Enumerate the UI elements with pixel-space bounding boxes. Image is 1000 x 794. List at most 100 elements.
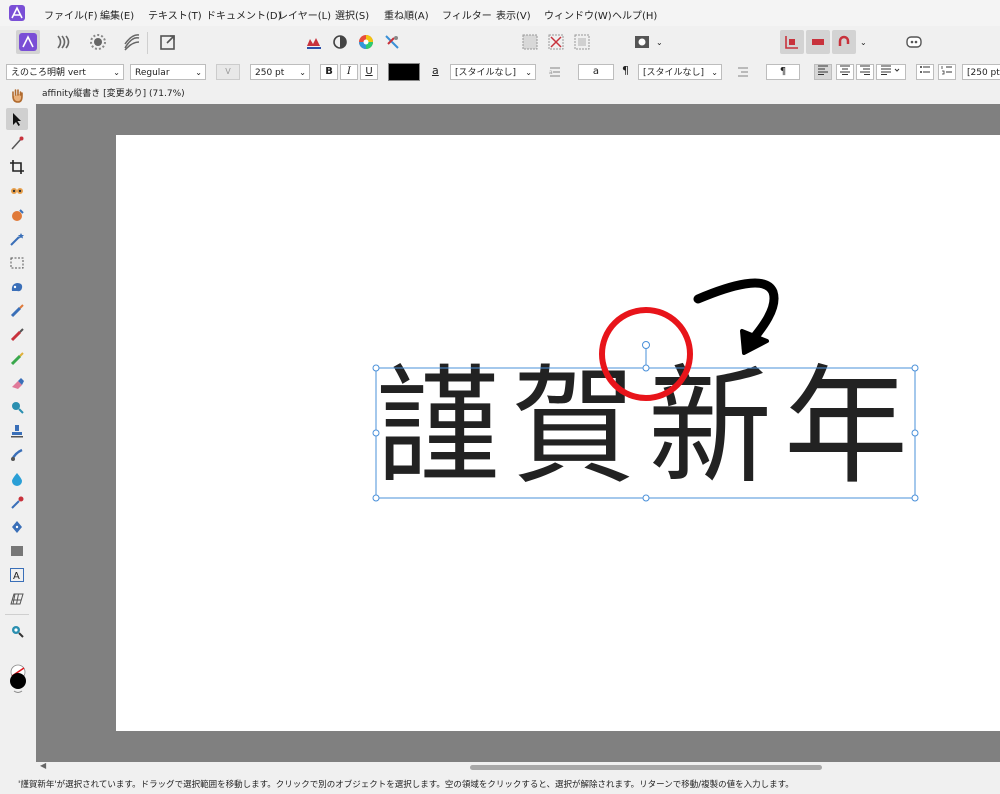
character-style-button[interactable]: a (578, 64, 614, 80)
snap-bounds-icon[interactable] (806, 30, 830, 54)
main-toolbar: ⌄ ⌄ (0, 26, 1000, 60)
magic-wand-icon[interactable] (6, 228, 28, 250)
menu-window[interactable]: ウィンドウ(W) (544, 7, 612, 22)
snapping-magnet-icon[interactable] (832, 30, 856, 54)
assistant-icon[interactable] (902, 30, 926, 54)
bullet-list-icon[interactable] (916, 64, 934, 80)
underline-button[interactable]: U (360, 64, 378, 80)
rectangle-tool-icon[interactable] (6, 540, 28, 562)
align-center-icon[interactable] (836, 64, 854, 80)
selection-handle-nw (372, 364, 380, 372)
character-panel-icon[interactable] (302, 30, 326, 54)
paragraph-style-select[interactable]: [スタイルなし] ⌄ (638, 64, 722, 80)
dodge-tool-icon[interactable] (6, 396, 28, 418)
pixel-brush-icon[interactable] (6, 324, 28, 346)
scrollbar-thumb[interactable] (470, 765, 822, 770)
clone-stamp-icon[interactable] (6, 420, 28, 442)
paint-mixer-icon[interactable] (6, 276, 28, 298)
size-readout: [250 pt] (962, 64, 1000, 80)
quick-mask-icon[interactable] (630, 30, 654, 54)
designer-persona-icon[interactable] (16, 30, 40, 54)
invert-selection-icon[interactable] (570, 30, 594, 54)
paragraph-mark-icon: ¶ (622, 64, 629, 77)
para-style-options-icon[interactable] (736, 65, 750, 82)
marquee-tool-icon[interactable] (6, 252, 28, 274)
chevron-down-icon[interactable]: ⌄ (860, 38, 867, 47)
menu-select[interactable]: 選択(S) (335, 7, 369, 22)
artistic-text-tool-icon[interactable]: A (6, 564, 28, 586)
selection-handle-e (911, 429, 919, 437)
menu-edit[interactable]: 編集(E) (100, 7, 134, 22)
align-left-icon[interactable] (814, 64, 832, 80)
svg-text:a: a (549, 69, 553, 76)
horizontal-scrollbar[interactable]: ◀ (36, 761, 1000, 774)
snap-grid-icon[interactable] (780, 30, 804, 54)
zoom-tool-icon[interactable] (6, 620, 28, 642)
pixel-persona-icon[interactable] (52, 30, 76, 54)
deselect-icon[interactable] (544, 30, 568, 54)
color-picker-brush-icon[interactable] (6, 348, 28, 370)
contrast-icon[interactable] (328, 30, 352, 54)
font-size-field[interactable]: 250 pt ⌄ (250, 64, 310, 80)
numbered-list-icon[interactable] (938, 64, 956, 80)
stroke-width-tool-icon[interactable] (120, 30, 144, 54)
menu-layer[interactable]: レイヤー(L) (278, 7, 331, 22)
document-tab-bar: affinity縦書き [変更あり] (71.7%) (36, 84, 1000, 104)
fill-tool-icon[interactable] (6, 204, 28, 226)
menu-bar: ファイル(F) 編集(E) テキスト(T) ドキュメント(D) レイヤー(L) … (0, 0, 1000, 26)
menu-document[interactable]: ドキュメント(D) (206, 7, 282, 22)
share-icon[interactable] (156, 30, 180, 54)
select-all-icon[interactable] (518, 30, 542, 54)
mesh-warp-icon[interactable] (6, 588, 28, 610)
menu-help[interactable]: ヘルプ(H) (612, 7, 657, 22)
blur-tool-icon[interactable] (6, 468, 28, 490)
svg-text:A: A (13, 571, 20, 582)
selection-handle-sw (372, 494, 380, 502)
paint-brush-icon[interactable] (6, 300, 28, 322)
node-tool-icon[interactable] (6, 132, 28, 154)
selection-handle-s (642, 494, 650, 502)
move-tool-icon[interactable] (6, 108, 28, 130)
paragraph-style-button[interactable]: ¶ (766, 64, 800, 80)
document-tab-title[interactable]: affinity縦書き [変更あり] (71.7%) (42, 84, 185, 104)
chevron-down-icon[interactable]: ⌄ (656, 38, 663, 47)
smudge-tool-icon[interactable] (6, 444, 28, 466)
arrow-head (740, 329, 769, 355)
selection-handle-n (642, 364, 650, 372)
scroll-left-arrow-icon[interactable]: ◀ (40, 761, 46, 770)
export-persona-icon[interactable] (86, 30, 110, 54)
color-wheel-icon[interactable] (354, 30, 378, 54)
canvas-area[interactable]: 謹 賀 新 年 (36, 104, 1000, 762)
italic-button[interactable]: I (340, 64, 358, 80)
align-right-icon[interactable] (856, 64, 874, 80)
justify-icon[interactable] (876, 64, 906, 80)
pen-tool-icon[interactable] (6, 516, 28, 538)
affinity-logo-icon (8, 4, 26, 22)
document-page[interactable]: 謹 賀 新 年 (116, 135, 1000, 731)
selection-handle-w (372, 429, 380, 437)
menu-arrange[interactable]: 重ね順(A) (384, 7, 429, 22)
recolor-icon[interactable] (380, 30, 404, 54)
text-color-swatch[interactable] (388, 63, 420, 81)
font-family-select[interactable]: えのころ明朝 vert ⌄ (6, 64, 124, 80)
character-style-select[interactable]: [スタイルなし] ⌄ (450, 64, 536, 80)
menu-filters[interactable]: フィルター (442, 7, 492, 22)
crop-tool-icon[interactable] (6, 156, 28, 178)
font-style-select[interactable]: Regular ⌄ (130, 64, 206, 80)
menu-file[interactable]: ファイル(F) (44, 7, 98, 22)
font-traits-icon[interactable]: V (216, 64, 240, 80)
char-style-icon: a (432, 64, 439, 77)
status-bar: '謹賀新年'が選択されています。ドラッグで選択範囲を移動します。クリックで別のオ… (0, 776, 1000, 794)
color-picker-icon[interactable] (6, 492, 28, 514)
rotation-handle (642, 341, 650, 349)
color-swatch-icon[interactable] (8, 664, 28, 697)
tools-panel: A (0, 84, 36, 774)
vector-brush-icon[interactable] (6, 180, 28, 202)
char-style-options-icon[interactable]: a (548, 65, 562, 82)
selection-handle-ne (911, 364, 919, 372)
menu-text[interactable]: テキスト(T) (148, 7, 202, 22)
menu-view[interactable]: 表示(V) (496, 7, 531, 22)
bold-button[interactable]: B (320, 64, 338, 80)
eraser-tool-icon[interactable] (6, 372, 28, 394)
hand-tool-icon[interactable] (6, 84, 28, 106)
